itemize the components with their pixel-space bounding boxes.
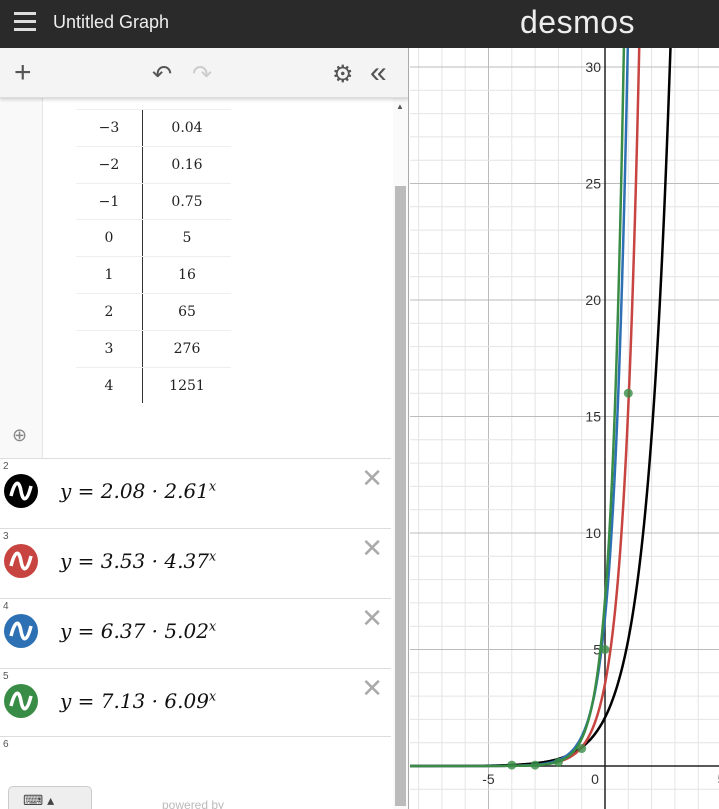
x-cell[interactable]: 4 [76, 367, 143, 404]
expression-number: 5 [3, 671, 9, 682]
y-cell[interactable]: 65 [143, 294, 231, 330]
x-cell[interactable]: −2 [76, 146, 143, 183]
table-row: −2 0.16 [76, 145, 231, 183]
expression-number: 4 [3, 601, 9, 612]
y-cell[interactable]: 5 [143, 220, 231, 256]
data-point [553, 757, 563, 767]
scroll-up-icon[interactable]: ▲ [396, 102, 404, 111]
base-b: 4.37 [164, 549, 209, 573]
base-b: 2.61 [164, 479, 209, 503]
table-row: 05 [76, 219, 231, 257]
expression-number: 6 [3, 739, 9, 750]
data-point [507, 760, 517, 770]
coefficient-a: 3.53 [100, 549, 146, 573]
expression-formula[interactable]: y = 7.13 · 6.09x [60, 689, 216, 713]
expression-item[interactable]: 3 y = 3.53 · 4.37x ✕ [0, 528, 391, 598]
x-tick-label: 0 [591, 771, 599, 787]
expression-toolbar: + ↶ ↷ ⚙ « [0, 48, 408, 98]
expression-item[interactable]: 4 y = 6.37 · 5.02x ✕ [0, 598, 391, 668]
x-cell[interactable]: −1 [76, 183, 143, 220]
desmos-logo: desmos [520, 4, 636, 40]
delete-expression-icon[interactable]: ✕ [361, 673, 383, 704]
redo-button[interactable]: ↷ [192, 60, 212, 89]
curve-color-icon[interactable] [4, 544, 38, 578]
y-tick-label: 25 [585, 176, 601, 192]
curve-color-icon[interactable] [4, 474, 38, 508]
x-cell[interactable]: 3 [76, 330, 143, 367]
menu-icon[interactable] [14, 12, 36, 32]
y-tick-label: 30 [585, 59, 601, 75]
coefficient-a: 6.37 [100, 619, 146, 643]
graph-canvas[interactable]: -50551015202530 [410, 48, 719, 809]
curve-line [410, 48, 672, 768]
coefficient-a: 7.13 [100, 689, 146, 713]
expression-number: 3 [3, 531, 9, 542]
zoom-fit-icon[interactable]: ⊕ [12, 425, 27, 446]
y-cell[interactable]: 0.75 [143, 184, 231, 220]
y-cell[interactable]: 16 [143, 257, 231, 293]
curve-line [410, 48, 630, 768]
y-cell[interactable]: 276 [143, 331, 231, 367]
x-cell[interactable]: −3 [76, 110, 143, 146]
x-tick-label: -5 [482, 771, 495, 787]
table-row: 2 65 [76, 292, 231, 330]
data-point [600, 645, 610, 654]
expression-formula[interactable]: y = 3.53 · 4.37x [60, 549, 216, 573]
collapse-panel-button[interactable]: « [370, 56, 387, 90]
x-cell[interactable]: 1 [76, 257, 143, 293]
table-row: 3 276 [76, 329, 231, 367]
coefficient-a: 2.08 [100, 479, 146, 503]
undo-button[interactable]: ↶ [152, 60, 172, 89]
table-row: 4 1251 [76, 366, 231, 404]
expression-formula[interactable]: y = 2.08 · 2.61x [60, 479, 216, 503]
delete-expression-icon[interactable]: ✕ [361, 533, 383, 564]
top-bar: Untitled Graph desmos [0, 0, 719, 48]
x-cell[interactable]: 2 [76, 293, 143, 330]
base-b: 6.09 [164, 689, 209, 713]
table-row: −1 0.75 [76, 182, 231, 220]
delete-expression-icon[interactable]: ✕ [361, 463, 383, 494]
scrollbar-thumb[interactable] [395, 186, 406, 806]
y-cell[interactable]: 1251 [143, 368, 231, 404]
y-cell[interactable]: 0.16 [143, 147, 231, 183]
graph-title[interactable]: Untitled Graph [53, 12, 169, 33]
base-b: 5.02 [164, 619, 209, 643]
table-row: 1 16 [76, 256, 231, 293]
data-point [623, 388, 633, 398]
y-tick-label: 20 [585, 292, 601, 308]
table-row: −3 0.04 [76, 109, 231, 146]
x-cell[interactable]: 0 [76, 220, 143, 257]
curve-color-icon[interactable] [4, 614, 38, 648]
curve-color-icon[interactable] [4, 684, 38, 718]
scrollbar[interactable]: ▲ [393, 98, 408, 809]
expression-item[interactable]: 5 y = 7.13 · 6.09x ✕ [0, 668, 391, 738]
powered-by-text: powered by [162, 798, 225, 809]
y-tick-label: 15 [585, 409, 601, 425]
data-point [577, 744, 587, 754]
y-tick-label: 10 [585, 525, 601, 541]
data-table: −3 0.04 −2 0.16 −1 0.75 0 5 1 16 2 65 3 276 4 1251 [76, 109, 231, 404]
expression-number: 2 [3, 461, 9, 472]
settings-gear-icon[interactable]: ⚙ [332, 60, 354, 89]
expression-panel: + ↶ ↷ ⚙ « −3 0.04 −2 0.16 −1 0.75 0 5 1 16 2 65 3 276… [0, 48, 409, 809]
keyboard-toggle-button[interactable]: ⌨ ▴ [8, 786, 92, 809]
y-cell[interactable]: 0.04 [143, 110, 231, 146]
expression-item[interactable]: 2 y = 2.08 · 2.61x ✕ [0, 458, 391, 528]
delete-expression-icon[interactable]: ✕ [361, 603, 383, 634]
data-point [530, 760, 540, 770]
expression-formula[interactable]: y = 6.37 · 5.02x [60, 619, 216, 643]
add-item-button[interactable]: + [14, 56, 32, 90]
